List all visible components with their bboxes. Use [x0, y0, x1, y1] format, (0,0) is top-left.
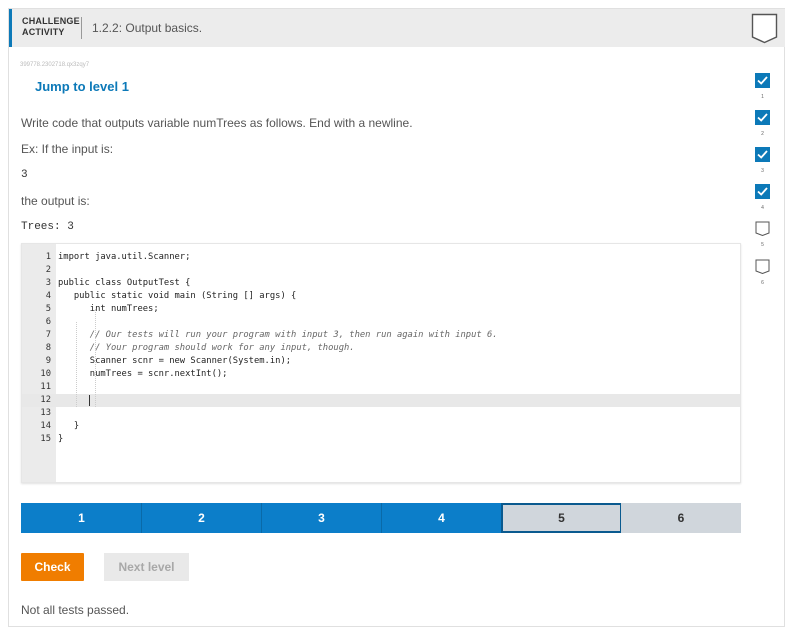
check-button[interactable]: Check	[21, 553, 84, 581]
level-number: 4	[761, 205, 764, 211]
line-number: 7	[45, 330, 51, 340]
code-line[interactable]: int numTrees;	[58, 303, 159, 316]
code-line[interactable]: }	[58, 433, 63, 446]
output-label: the output is:	[21, 194, 90, 208]
progress-segment-4[interactable]: 4	[381, 503, 502, 533]
indent-guide	[76, 322, 77, 407]
jump-to-level-link[interactable]: Jump to level 1	[35, 79, 129, 94]
code-line[interactable]: // Our tests will run your program with …	[58, 329, 498, 342]
empty-box-icon	[755, 259, 770, 274]
header-accent-bar	[9, 9, 12, 47]
activity-id: 399778.2302718.qx3zqy7	[20, 62, 90, 68]
active-line-highlight	[22, 394, 740, 407]
test-status-message: Not all tests passed.	[21, 603, 130, 617]
progress-divider	[261, 503, 262, 533]
code-line[interactable]: public static void main (String [] args)…	[58, 290, 296, 303]
checked-box-icon	[755, 184, 770, 199]
header-separator	[81, 17, 82, 39]
bookmark-icon[interactable]	[751, 13, 778, 44]
progress-segment-6[interactable]: 6	[621, 503, 741, 533]
activity-title: 1.2.2: Output basics.	[92, 21, 203, 35]
level-number: 3	[761, 168, 764, 174]
line-number: 4	[45, 291, 51, 301]
empty-box-icon	[755, 221, 770, 236]
progress-segment-3[interactable]: 3	[261, 503, 382, 533]
checked-box-icon	[755, 73, 770, 88]
progress-divider	[381, 503, 382, 533]
activity-type-line1: CHALLENGE	[22, 16, 80, 26]
text-cursor	[89, 395, 90, 406]
activity-type-line2: ACTIVITY	[22, 27, 65, 37]
level-number: 6	[761, 280, 764, 286]
line-number: 15	[40, 434, 51, 444]
line-number: 8	[45, 343, 51, 353]
line-number: 5	[45, 304, 51, 314]
level-progress-bar: 123456	[21, 503, 741, 533]
line-number: 12	[40, 395, 51, 405]
line-number: 3	[45, 278, 51, 288]
line-number: 13	[40, 408, 51, 418]
instructions-text: Write code that outputs variable numTree…	[21, 116, 413, 130]
activity-type-label: CHALLENGE ACTIVITY	[22, 16, 80, 38]
line-number: 9	[45, 356, 51, 366]
code-line[interactable]: Scanner scnr = new Scanner(System.in);	[58, 355, 291, 368]
line-number: 2	[45, 265, 51, 275]
level-number: 5	[761, 242, 764, 248]
indent-guide	[95, 309, 96, 407]
progress-segment-5[interactable]: 5	[501, 503, 622, 533]
checked-box-icon	[755, 147, 770, 162]
level-number: 1	[761, 94, 764, 100]
example-input: 3	[21, 169, 28, 181]
line-number: 1	[45, 252, 51, 262]
line-number: 6	[45, 317, 51, 327]
code-line[interactable]: numTrees = scnr.nextInt();	[58, 368, 228, 381]
code-line[interactable]: import java.util.Scanner;	[58, 251, 190, 264]
code-line[interactable]: // Your program should work for any inpu…	[58, 342, 355, 355]
progress-segment-2[interactable]: 2	[141, 503, 262, 533]
code-line[interactable]: }	[58, 420, 79, 433]
code-line[interactable]: public class OutputTest {	[58, 277, 190, 290]
checked-box-icon	[755, 110, 770, 125]
example-output: Trees: 3	[21, 221, 74, 233]
line-number: 10	[40, 369, 51, 379]
line-number: 14	[40, 421, 51, 431]
example-label: Ex: If the input is:	[21, 142, 114, 156]
next-level-button[interactable]: Next level	[104, 553, 189, 581]
code-editor[interactable]: 1 2 3 4 5 6 7 8 9 10 11 12 13 14 15 import java.util.S…	[21, 243, 741, 483]
level-number: 2	[761, 131, 764, 137]
line-number: 11	[40, 382, 51, 392]
code-line[interactable]	[58, 394, 90, 407]
progress-divider	[141, 503, 142, 533]
progress-segment-1[interactable]: 1	[21, 503, 142, 533]
